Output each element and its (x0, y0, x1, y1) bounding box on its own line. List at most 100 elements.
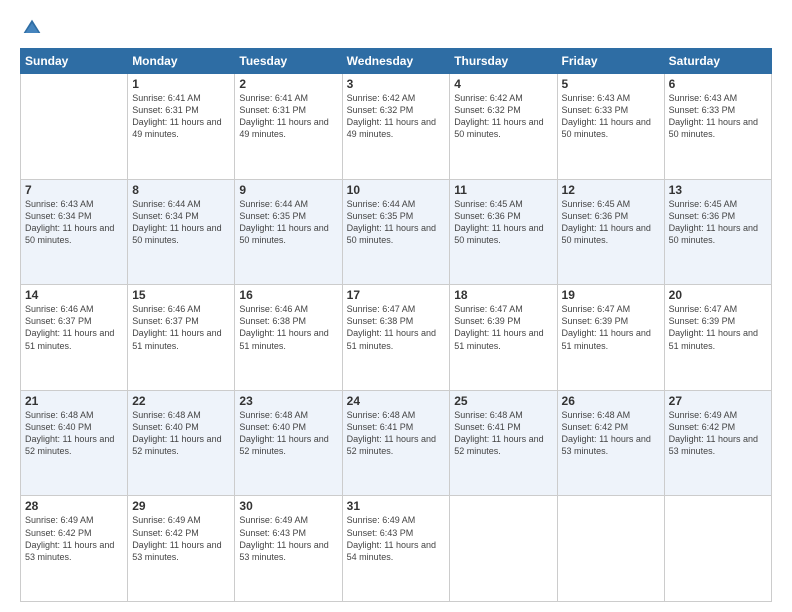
calendar-week-row: 1 Sunrise: 6:41 AM Sunset: 6:31 PM Dayli… (21, 74, 772, 180)
day-info: Sunrise: 6:47 AM Sunset: 6:39 PM Dayligh… (669, 303, 767, 352)
calendar-cell: 12 Sunrise: 6:45 AM Sunset: 6:36 PM Dayl… (557, 179, 664, 285)
calendar-cell: 6 Sunrise: 6:43 AM Sunset: 6:33 PM Dayli… (664, 74, 771, 180)
day-number: 28 (25, 499, 123, 513)
day-number: 30 (239, 499, 337, 513)
calendar-cell: 22 Sunrise: 6:48 AM Sunset: 6:40 PM Dayl… (128, 390, 235, 496)
day-number: 4 (454, 77, 552, 91)
day-info: Sunrise: 6:49 AM Sunset: 6:42 PM Dayligh… (669, 409, 767, 458)
day-info: Sunrise: 6:48 AM Sunset: 6:41 PM Dayligh… (454, 409, 552, 458)
day-info: Sunrise: 6:48 AM Sunset: 6:42 PM Dayligh… (562, 409, 660, 458)
calendar-cell: 30 Sunrise: 6:49 AM Sunset: 6:43 PM Dayl… (235, 496, 342, 602)
calendar-cell: 7 Sunrise: 6:43 AM Sunset: 6:34 PM Dayli… (21, 179, 128, 285)
day-number: 23 (239, 394, 337, 408)
calendar: SundayMondayTuesdayWednesdayThursdayFrid… (20, 48, 772, 602)
calendar-cell: 4 Sunrise: 6:42 AM Sunset: 6:32 PM Dayli… (450, 74, 557, 180)
day-info: Sunrise: 6:49 AM Sunset: 6:43 PM Dayligh… (239, 514, 337, 563)
day-number: 15 (132, 288, 230, 302)
day-number: 25 (454, 394, 552, 408)
calendar-week-row: 21 Sunrise: 6:48 AM Sunset: 6:40 PM Dayl… (21, 390, 772, 496)
day-info: Sunrise: 6:45 AM Sunset: 6:36 PM Dayligh… (562, 198, 660, 247)
day-number: 5 (562, 77, 660, 91)
calendar-cell (664, 496, 771, 602)
calendar-cell: 25 Sunrise: 6:48 AM Sunset: 6:41 PM Dayl… (450, 390, 557, 496)
day-number: 24 (347, 394, 446, 408)
calendar-cell: 29 Sunrise: 6:49 AM Sunset: 6:42 PM Dayl… (128, 496, 235, 602)
header (20, 18, 772, 38)
calendar-cell: 8 Sunrise: 6:44 AM Sunset: 6:34 PM Dayli… (128, 179, 235, 285)
day-info: Sunrise: 6:46 AM Sunset: 6:38 PM Dayligh… (239, 303, 337, 352)
calendar-header-row: SundayMondayTuesdayWednesdayThursdayFrid… (21, 49, 772, 74)
weekday-header: Thursday (450, 49, 557, 74)
day-info: Sunrise: 6:43 AM Sunset: 6:33 PM Dayligh… (562, 92, 660, 141)
logo (20, 18, 42, 38)
day-info: Sunrise: 6:47 AM Sunset: 6:39 PM Dayligh… (562, 303, 660, 352)
calendar-week-row: 7 Sunrise: 6:43 AM Sunset: 6:34 PM Dayli… (21, 179, 772, 285)
day-number: 27 (669, 394, 767, 408)
day-info: Sunrise: 6:41 AM Sunset: 6:31 PM Dayligh… (239, 92, 337, 141)
day-info: Sunrise: 6:42 AM Sunset: 6:32 PM Dayligh… (347, 92, 446, 141)
day-info: Sunrise: 6:43 AM Sunset: 6:34 PM Dayligh… (25, 198, 123, 247)
calendar-cell: 27 Sunrise: 6:49 AM Sunset: 6:42 PM Dayl… (664, 390, 771, 496)
day-info: Sunrise: 6:49 AM Sunset: 6:42 PM Dayligh… (25, 514, 123, 563)
day-info: Sunrise: 6:48 AM Sunset: 6:40 PM Dayligh… (239, 409, 337, 458)
day-info: Sunrise: 6:44 AM Sunset: 6:35 PM Dayligh… (239, 198, 337, 247)
day-number: 17 (347, 288, 446, 302)
calendar-week-row: 14 Sunrise: 6:46 AM Sunset: 6:37 PM Dayl… (21, 285, 772, 391)
day-number: 8 (132, 183, 230, 197)
day-number: 26 (562, 394, 660, 408)
weekday-header: Friday (557, 49, 664, 74)
calendar-cell: 28 Sunrise: 6:49 AM Sunset: 6:42 PM Dayl… (21, 496, 128, 602)
weekday-header: Monday (128, 49, 235, 74)
calendar-cell (21, 74, 128, 180)
day-info: Sunrise: 6:45 AM Sunset: 6:36 PM Dayligh… (669, 198, 767, 247)
calendar-cell: 21 Sunrise: 6:48 AM Sunset: 6:40 PM Dayl… (21, 390, 128, 496)
day-number: 18 (454, 288, 552, 302)
calendar-cell (557, 496, 664, 602)
calendar-cell: 2 Sunrise: 6:41 AM Sunset: 6:31 PM Dayli… (235, 74, 342, 180)
calendar-cell: 18 Sunrise: 6:47 AM Sunset: 6:39 PM Dayl… (450, 285, 557, 391)
day-number: 2 (239, 77, 337, 91)
day-info: Sunrise: 6:45 AM Sunset: 6:36 PM Dayligh… (454, 198, 552, 247)
calendar-cell: 10 Sunrise: 6:44 AM Sunset: 6:35 PM Dayl… (342, 179, 450, 285)
day-number: 22 (132, 394, 230, 408)
calendar-week-row: 28 Sunrise: 6:49 AM Sunset: 6:42 PM Dayl… (21, 496, 772, 602)
day-info: Sunrise: 6:42 AM Sunset: 6:32 PM Dayligh… (454, 92, 552, 141)
day-info: Sunrise: 6:48 AM Sunset: 6:41 PM Dayligh… (347, 409, 446, 458)
day-number: 6 (669, 77, 767, 91)
day-info: Sunrise: 6:41 AM Sunset: 6:31 PM Dayligh… (132, 92, 230, 141)
calendar-cell: 19 Sunrise: 6:47 AM Sunset: 6:39 PM Dayl… (557, 285, 664, 391)
weekday-header: Saturday (664, 49, 771, 74)
calendar-cell: 31 Sunrise: 6:49 AM Sunset: 6:43 PM Dayl… (342, 496, 450, 602)
day-info: Sunrise: 6:46 AM Sunset: 6:37 PM Dayligh… (25, 303, 123, 352)
day-info: Sunrise: 6:48 AM Sunset: 6:40 PM Dayligh… (132, 409, 230, 458)
calendar-cell: 1 Sunrise: 6:41 AM Sunset: 6:31 PM Dayli… (128, 74, 235, 180)
logo-icon (22, 18, 42, 38)
day-number: 31 (347, 499, 446, 513)
calendar-cell: 26 Sunrise: 6:48 AM Sunset: 6:42 PM Dayl… (557, 390, 664, 496)
day-number: 20 (669, 288, 767, 302)
day-info: Sunrise: 6:46 AM Sunset: 6:37 PM Dayligh… (132, 303, 230, 352)
day-number: 16 (239, 288, 337, 302)
weekday-header: Tuesday (235, 49, 342, 74)
calendar-cell: 14 Sunrise: 6:46 AM Sunset: 6:37 PM Dayl… (21, 285, 128, 391)
day-info: Sunrise: 6:49 AM Sunset: 6:42 PM Dayligh… (132, 514, 230, 563)
calendar-cell: 23 Sunrise: 6:48 AM Sunset: 6:40 PM Dayl… (235, 390, 342, 496)
day-number: 19 (562, 288, 660, 302)
weekday-header: Sunday (21, 49, 128, 74)
day-number: 1 (132, 77, 230, 91)
day-number: 10 (347, 183, 446, 197)
calendar-cell: 17 Sunrise: 6:47 AM Sunset: 6:38 PM Dayl… (342, 285, 450, 391)
day-number: 12 (562, 183, 660, 197)
day-number: 14 (25, 288, 123, 302)
calendar-cell: 13 Sunrise: 6:45 AM Sunset: 6:36 PM Dayl… (664, 179, 771, 285)
day-info: Sunrise: 6:43 AM Sunset: 6:33 PM Dayligh… (669, 92, 767, 141)
day-info: Sunrise: 6:44 AM Sunset: 6:35 PM Dayligh… (347, 198, 446, 247)
calendar-cell: 16 Sunrise: 6:46 AM Sunset: 6:38 PM Dayl… (235, 285, 342, 391)
calendar-cell: 15 Sunrise: 6:46 AM Sunset: 6:37 PM Dayl… (128, 285, 235, 391)
day-info: Sunrise: 6:47 AM Sunset: 6:38 PM Dayligh… (347, 303, 446, 352)
day-info: Sunrise: 6:47 AM Sunset: 6:39 PM Dayligh… (454, 303, 552, 352)
calendar-cell: 9 Sunrise: 6:44 AM Sunset: 6:35 PM Dayli… (235, 179, 342, 285)
day-number: 3 (347, 77, 446, 91)
day-number: 7 (25, 183, 123, 197)
day-info: Sunrise: 6:49 AM Sunset: 6:43 PM Dayligh… (347, 514, 446, 563)
